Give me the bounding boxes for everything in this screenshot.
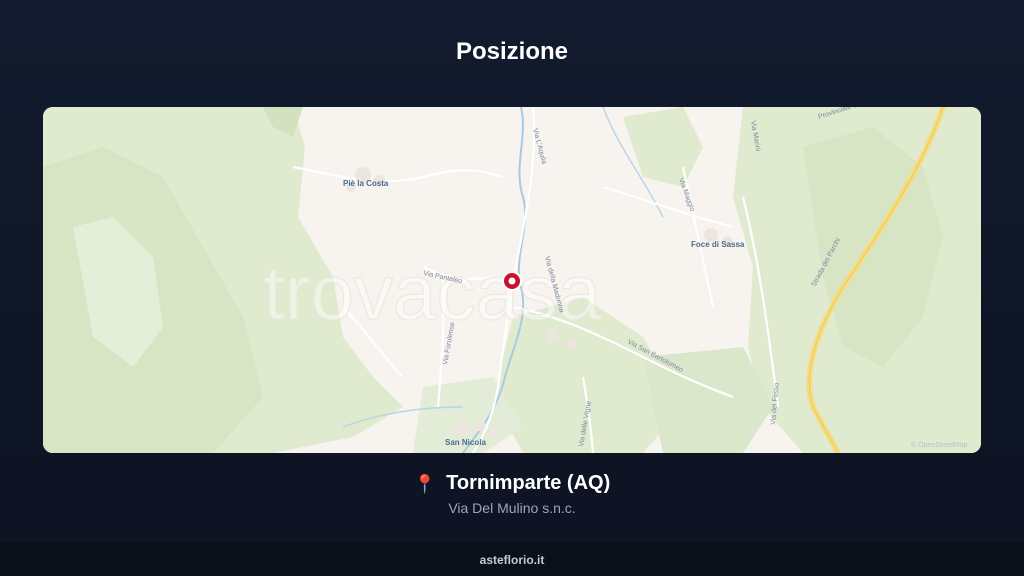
map-attribution[interactable]: © OpenStreetMap: [911, 441, 968, 449]
footer-site-link[interactable]: asteflorio.it: [480, 553, 545, 567]
place-label-pie-la-costa: Piè la Costa: [343, 179, 389, 188]
place-label-san-nicola: San Nicola: [445, 438, 486, 447]
location-address: Via Del Mulino s.n.c.: [448, 500, 576, 516]
map-canvas[interactable]: trovacasa Piè la Costa Foce di Sassa San…: [43, 107, 981, 453]
round-pushpin-icon: 📍: [413, 473, 437, 494]
place-label-foce-di-sassa: Foce di Sassa: [691, 240, 745, 249]
page-title: Posizione: [455, 38, 569, 65]
location-heading: 📍 Tornimparte (AQ): [0, 472, 1024, 495]
location-city: Tornimparte (AQ): [446, 472, 611, 494]
footer: asteflorio.it: [0, 543, 1024, 576]
location-marker-icon[interactable]: [502, 271, 522, 291]
map-view[interactable]: trovacasa Piè la Costa Foce di Sassa San…: [43, 107, 981, 453]
